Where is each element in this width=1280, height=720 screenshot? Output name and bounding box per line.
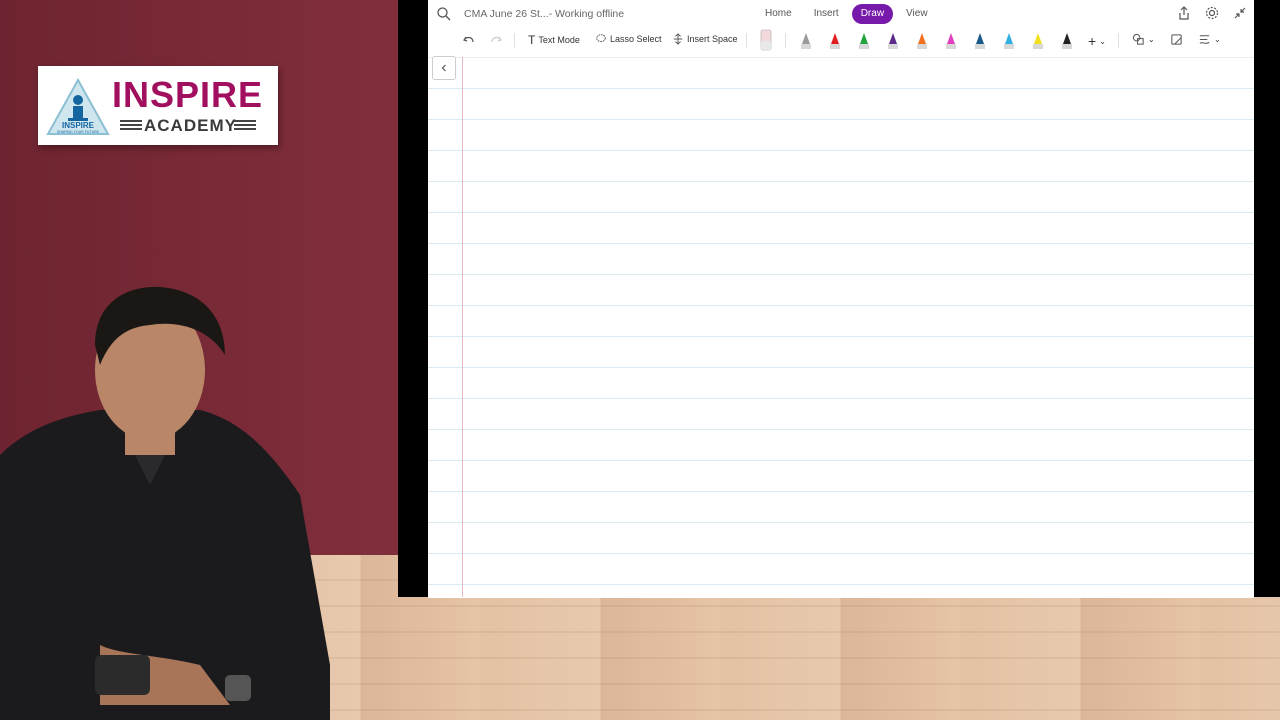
logo-lines-left [120,120,142,130]
page-margin-line [462,57,463,597]
pen-10-icon[interactable] [1061,31,1073,51]
undo-icon[interactable] [462,33,476,47]
pen-2-icon[interactable] [829,31,841,51]
insert-space-icon [673,33,683,45]
pen-1-icon[interactable] [800,31,812,51]
insert-space-label: Insert Space [687,34,738,44]
document-title: CMA June 26 St...- Working offline [464,8,625,20]
presenter-figure [0,286,330,720]
chevron-left-icon [441,64,446,72]
text-mode-button[interactable]: T Text Mode [528,33,580,47]
title-bar: CMA June 26 St...- Working offline Home … [428,0,1254,28]
toolbar-separator [746,33,747,48]
shapes-button[interactable]: ⌄ [1132,33,1155,46]
lasso-select-label: Lasso Select [610,34,662,44]
chevron-down-icon: ⌄ [1148,35,1155,44]
eraser-icon[interactable] [760,29,772,51]
tab-insert[interactable]: Insert [805,4,848,24]
pen-8-icon[interactable] [1003,31,1015,51]
pen-7-icon[interactable] [974,31,986,51]
ribbon-tabs: Home Insert Draw View [756,4,937,24]
toolbar-separator [514,33,515,48]
logo-sub-text: ACADEMY [144,116,237,135]
ink-to-shape-icon [1171,34,1182,45]
redo-icon[interactable] [489,33,503,47]
ink-to-shape-button[interactable] [1170,33,1183,46]
collapse-window-icon[interactable] [1232,5,1248,21]
lasso-select-button[interactable]: Lasso Select [595,33,662,45]
logo-lines-right [234,120,256,130]
inspire-academy-logo: INSPIRE SHAPING YOUR FUTURE INSPIRE ACAD… [38,66,278,145]
shapes-icon [1132,33,1144,45]
add-pen-button[interactable]: + ⌄ [1088,33,1106,49]
pen-6-icon[interactable] [945,31,957,51]
ink-to-text-icon [1199,35,1210,44]
lasso-icon [596,34,606,43]
logo-triangle-icon: INSPIRE SHAPING YOUR FUTURE [46,77,110,135]
logo-brand-text: INSPIRE [112,74,264,115]
toolbar-separator [785,33,786,48]
tab-draw[interactable]: Draw [851,4,894,24]
search-icon[interactable] [436,6,452,22]
toolbar-separator [1118,33,1119,48]
title-actions [1176,5,1248,21]
draw-toolbar: T Text Mode Lasso Select Insert Space + … [428,29,1254,51]
text-mode-label: Text Mode [538,35,580,45]
ink-to-text-button[interactable]: ⌄ [1198,33,1221,46]
logo-mark-text: INSPIRE [62,121,95,130]
collapse-navigation-button[interactable] [432,56,456,80]
pen-3-icon[interactable] [858,31,870,51]
pen-5-icon[interactable] [916,31,928,51]
insert-space-button[interactable]: Insert Space [672,33,738,45]
plus-icon: + [1088,33,1097,49]
share-icon[interactable] [1176,5,1192,21]
pen-4-icon[interactable] [887,31,899,51]
note-page[interactable] [428,57,1254,598]
logo-tagline: SHAPING YOUR FUTURE [57,130,100,134]
tab-view[interactable]: View [897,4,937,24]
text-icon: T [528,33,536,47]
tab-home[interactable]: Home [756,4,801,24]
chevron-down-icon: ⌄ [1214,35,1221,44]
onenote-window: CMA June 26 St...- Working offline Home … [428,0,1254,598]
chevron-down-icon: ⌄ [1099,36,1106,46]
pen-9-icon[interactable] [1032,31,1044,51]
gear-icon[interactable] [1204,5,1220,21]
